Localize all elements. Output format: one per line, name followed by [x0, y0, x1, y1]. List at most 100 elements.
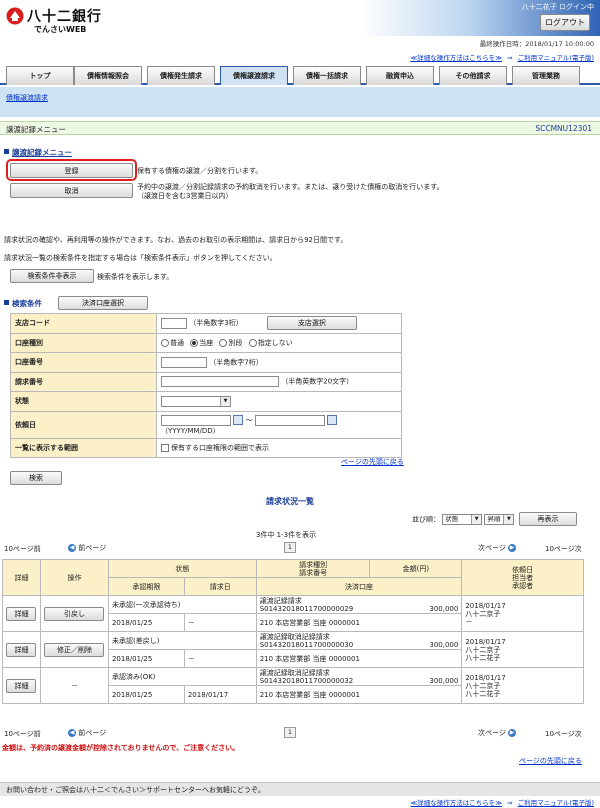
manual-link-bottom[interactable]: ご利用マニュアル(電子版): [518, 799, 594, 807]
radio-betsudan[interactable]: [219, 338, 228, 347]
account-number-row: 口座番号 （半角数字7桁）: [10, 352, 402, 373]
row-user2: 八十二花子: [465, 689, 501, 698]
scope-label: 一覧に表示する範囲: [10, 437, 157, 458]
tab-admin[interactable]: 管理業務: [512, 66, 580, 85]
request-number-row: 請求番号 （半角英数字20文字）: [10, 371, 402, 392]
register-button[interactable]: 登録: [10, 163, 133, 178]
tab-claim-transfer[interactable]: 債権譲渡請求: [220, 66, 288, 85]
tab-loan-application[interactable]: 融資申込: [366, 66, 434, 85]
subnav-claim-transfer[interactable]: 債権譲渡請求: [6, 93, 48, 103]
dropdown-arrow-icon: ▼: [471, 515, 482, 524]
branch-select-button[interactable]: 支店選択: [266, 316, 357, 331]
col-approval-deadline: 承認期限: [107, 577, 185, 596]
row-deadline: 2018/01/25: [107, 613, 185, 632]
footer-contact-text: お問い合わせ・ご照会は八十二＜でんさい＞サポートセンターへお気軽にどうぞ。: [6, 786, 265, 794]
sort-order-select[interactable]: 昇順 ▼: [484, 514, 515, 525]
row-req-date: －: [183, 649, 257, 668]
branch-code-input[interactable]: [161, 317, 187, 329]
page-top-link-bottom[interactable]: ページの先頭に戻る: [519, 756, 582, 766]
info-text-2: 請求状況一覧の検索条件を指定する場合は「検索条件表示」ボタンを押してください。: [4, 254, 277, 262]
account-number-input[interactable]: [161, 356, 207, 368]
prev-10-pages-link-bottom[interactable]: 10ページ前: [4, 729, 41, 739]
next-10-pages-link[interactable]: 10ページ次: [545, 544, 582, 554]
status-select[interactable]: ▼: [161, 395, 231, 407]
menu-section-title: 譲渡記録メニュー: [4, 147, 72, 158]
scope-checkbox[interactable]: [161, 443, 169, 452]
radio-futsu[interactable]: [161, 338, 169, 347]
logout-button[interactable]: ログアウト: [540, 14, 590, 31]
detail-button[interactable]: 詳細: [6, 678, 37, 693]
row-amount: 300,000: [429, 676, 459, 685]
detail-button[interactable]: 詳細: [6, 642, 37, 657]
date-from-input[interactable]: [161, 414, 231, 426]
scope-row: 一覧に表示する範囲 保有する口座権限の範囲で表示: [10, 437, 402, 458]
tab-bulk-request[interactable]: 債権一括請求: [293, 66, 361, 85]
col-settlement-account: 決済口座: [255, 577, 463, 596]
detail-help-link[interactable]: ≪詳細な操作方法はこちらを≫: [410, 54, 502, 62]
section-square-icon: [4, 300, 9, 305]
detail-help-link-bottom[interactable]: ≪詳細な操作方法はこちらを≫: [410, 799, 502, 807]
edit-delete-button[interactable]: 修正／削除: [44, 642, 105, 657]
branch-hint: （半角数字3桁）: [189, 319, 243, 328]
toggle-search-description: 検索条件を表示します。: [97, 273, 174, 281]
row-deadline: 2018/01/25: [107, 649, 185, 668]
bank-logo-icon: [6, 7, 24, 25]
account-select-button[interactable]: 決済口座選択: [58, 296, 148, 310]
page-top-link[interactable]: ページの先頭に戻る: [341, 457, 404, 467]
prev-page-link-bottom[interactable]: ◀ 前ページ: [68, 728, 106, 738]
page-number-button[interactable]: 1: [284, 542, 296, 553]
pullback-button[interactable]: 引戻し: [44, 606, 105, 621]
user-status: 八十二花子 ログイン中: [521, 3, 594, 11]
help-links-top: ≪詳細な操作方法はこちらを≫ ⇒ ご利用マニュアル(電子版): [410, 52, 594, 62]
calendar-icon[interactable]: [233, 415, 244, 425]
tab-claim-inquiry[interactable]: 債権情報照会: [74, 66, 142, 85]
row-type: 譲渡記録取消記録請求: [259, 632, 330, 641]
tab-top[interactable]: トップ: [6, 66, 74, 85]
row-user2: 八十二花子: [465, 653, 501, 662]
prev-page-link[interactable]: ◀ 前ページ: [68, 543, 106, 553]
sort-controls: 並び順： 状態 ▼ 昇順 ▼: [412, 514, 515, 525]
detail-button[interactable]: 詳細: [6, 606, 37, 621]
row-date: 2018/01/17: [465, 601, 506, 610]
col-type: 請求種別 請求番号: [255, 559, 371, 578]
toggle-search-button[interactable]: 検索条件非表示: [10, 269, 94, 283]
prev-10-pages-link[interactable]: 10ページ前: [4, 544, 41, 554]
arrow-icon: ⇒: [507, 54, 513, 62]
date-row: 依頼日 ～ （YYYY/MM/DD）: [10, 410, 402, 439]
search-button[interactable]: 検索: [10, 471, 62, 485]
results-header-row: 詳細 操作 状態 請求種別 請求番号 金額(円) 依頼日 担当者 承認者: [2, 559, 584, 596]
request-number-input[interactable]: [161, 376, 279, 388]
row-date: 2018/01/17: [465, 673, 506, 682]
cancel-button[interactable]: 取消: [10, 183, 133, 198]
manual-link[interactable]: ご利用マニュアル(電子版): [518, 54, 594, 62]
request-number-hint: （半角英数字20文字）: [281, 377, 354, 386]
info-text-1: 請求状況の確認や、再利用等の操作ができます。なお、過去のお取引の表示期間は、請求…: [4, 236, 348, 244]
branch-label: 支店コード: [10, 313, 157, 334]
next-page-link-bottom[interactable]: 次ページ ▶: [478, 728, 517, 738]
next-page-link[interactable]: 次ページ ▶: [478, 543, 517, 553]
redisplay-button[interactable]: 再表示: [519, 512, 577, 526]
help-links-bottom: ≪詳細な操作方法はこちらを≫ ⇒ ご利用マニュアル(電子版): [410, 797, 594, 807]
sort-field-select[interactable]: 状態 ▼: [442, 514, 483, 525]
screen-title-bar: 譲渡記録メニュー SCCMNU12301: [0, 121, 600, 135]
row-req-date: 2018/01/17: [183, 685, 257, 704]
date-to-input[interactable]: [254, 414, 325, 426]
row-user1: 八十二京子: [465, 681, 501, 690]
radio-unspecified[interactable]: [248, 338, 257, 347]
tab-claim-issue[interactable]: 債権発生請求: [147, 66, 215, 85]
radio-toza[interactable]: [190, 338, 199, 347]
tab-other-request[interactable]: その他請求: [439, 66, 507, 85]
page-number-button-bottom[interactable]: 1: [284, 727, 296, 738]
row-user1: 八十二京子: [465, 609, 501, 618]
status-row: 状態 ▼: [10, 391, 402, 412]
account-type-label: 口座種別: [10, 332, 157, 353]
row-type: 譲渡記録取消記録請求: [259, 668, 330, 677]
next-10-pages-link-bottom[interactable]: 10ページ次: [545, 729, 582, 739]
calendar-icon[interactable]: [326, 415, 337, 425]
row-status: 承認済み(OK): [107, 667, 257, 686]
date-label: 依頼日: [10, 410, 157, 439]
section-square-icon: [4, 149, 9, 154]
scope-description: 保有する口座権限の範囲で表示: [171, 443, 269, 452]
prev-arrow-icon: ◀: [68, 544, 76, 552]
prev-arrow-icon: ◀: [68, 729, 76, 737]
